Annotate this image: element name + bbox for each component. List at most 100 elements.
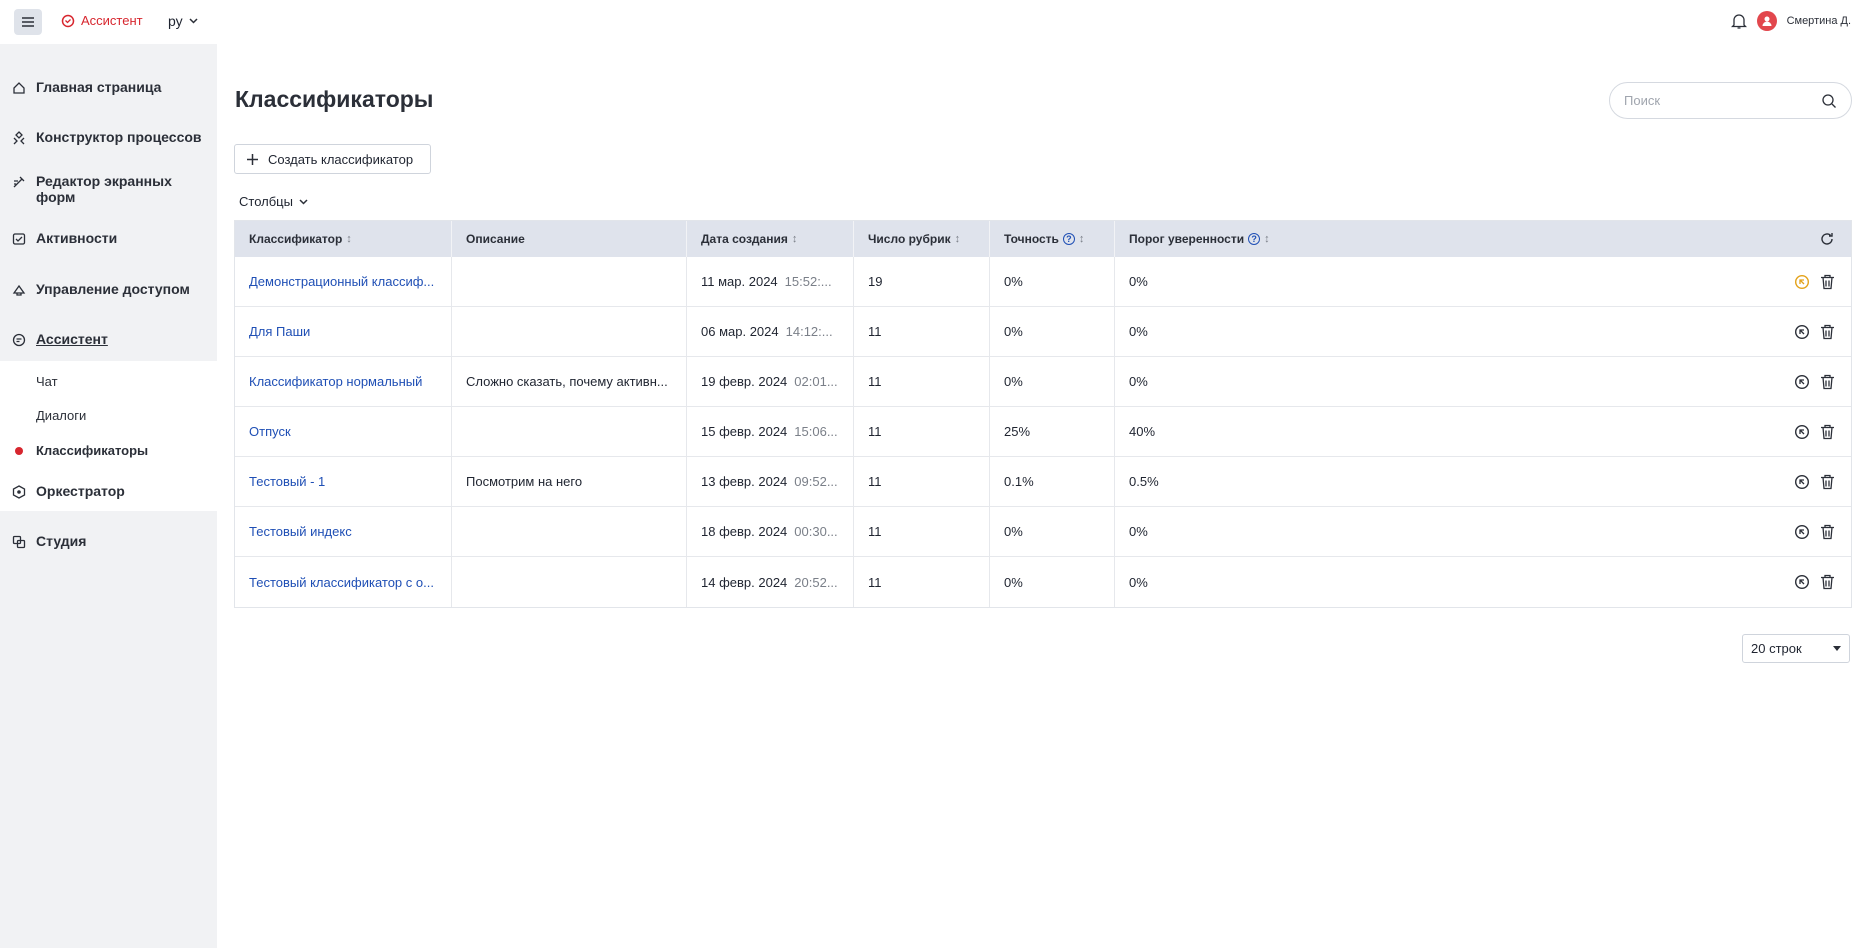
sort-icon[interactable]: ↕ [1079, 233, 1085, 245]
app-brand[interactable]: Ассистент [61, 13, 143, 28]
train-icon[interactable] [1794, 424, 1810, 440]
created-date: 18 февр. 2024 [701, 524, 788, 539]
language-select[interactable]: ру [168, 13, 198, 29]
sidebar-item-orchestrator[interactable]: Оркестратор [12, 483, 125, 499]
train-icon[interactable] [1794, 474, 1810, 490]
created-time: 14:12:... [785, 324, 833, 339]
menu-toggle-button[interactable] [14, 9, 42, 35]
created-time: 15:52:... [784, 274, 832, 289]
threshold-value: 0.5% [1129, 474, 1159, 489]
studio-icon [12, 535, 26, 549]
created-date: 14 февр. 2024 [701, 574, 788, 590]
header-label: Описание [466, 232, 525, 246]
home-icon [13, 82, 25, 94]
accuracy-value: 0% [1004, 374, 1023, 389]
column-header-classifier[interactable]: Классификатор ↕ [235, 221, 452, 257]
sort-icon[interactable]: ↕ [1264, 233, 1270, 245]
bell-icon[interactable] [1730, 12, 1747, 30]
classifier-link[interactable]: Тестовый - 1 [249, 474, 325, 489]
cell-accuracy: 0% [990, 307, 1115, 356]
sidebar-subitem-classifiers[interactable]: Классификаторы [36, 443, 148, 458]
cell-rubrics: 11 [854, 507, 990, 556]
accuracy-value: 0% [1004, 274, 1023, 289]
sidebar-item-assistant[interactable]: Ассистент [12, 331, 108, 347]
sidebar-subitem-chat[interactable]: Чат [36, 374, 58, 389]
rubrics-count: 11 [868, 574, 882, 590]
train-icon[interactable] [1794, 374, 1810, 390]
help-icon[interactable]: ? [1062, 233, 1075, 245]
caret-down-icon [1833, 646, 1841, 651]
cell-threshold: 0.5% [1115, 457, 1555, 506]
train-icon[interactable] [1794, 324, 1810, 340]
process-icon [13, 131, 25, 145]
sort-icon[interactable]: ↕ [792, 233, 798, 245]
column-header-accuracy[interactable]: Точность? ↕ [990, 221, 1115, 257]
train-icon[interactable] [1794, 574, 1810, 590]
created-time: 15:06... [794, 424, 838, 439]
sort-icon[interactable]: ↕ [955, 233, 961, 245]
trash-icon[interactable] [1820, 474, 1835, 490]
search-icon[interactable] [1821, 93, 1837, 109]
sidebar-item-process-builder[interactable]: Конструктор процессов [12, 129, 202, 145]
cell-created: 14 февр. 2024 20:52... [687, 557, 854, 607]
cell-rubrics: 11 [854, 407, 990, 456]
train-icon[interactable] [1794, 274, 1810, 290]
sort-icon[interactable]: ↕ [346, 233, 352, 245]
column-header-rubrics[interactable]: Число рубрик ↕ [854, 221, 990, 257]
train-icon[interactable] [1794, 524, 1810, 540]
trash-icon[interactable] [1820, 424, 1835, 440]
classifier-link[interactable]: Тестовый индекс [249, 524, 352, 539]
table-row: Отпуск 15 февр. 2024 15:06... 11 25% 40% [235, 407, 1851, 457]
classifiers-table: Классификатор ↕ Описание Дата создания ↕ Ч… [234, 220, 1852, 608]
sidebar-item-activities[interactable]: Активности [12, 230, 117, 246]
classifier-link[interactable]: Классификатор нормальный [249, 374, 422, 389]
create-classifier-button[interactable]: Создать классификатор [234, 144, 431, 174]
avatar[interactable] [1756, 11, 1777, 31]
column-header-created[interactable]: Дата создания ↕ [687, 221, 854, 257]
table-row: Демонстрационный классиф... 11 мар. 2024… [235, 257, 1851, 307]
column-header-threshold[interactable]: Порог уверенности? ↕ [1115, 221, 1555, 257]
active-indicator-dot [15, 447, 23, 455]
cell-description [452, 307, 687, 356]
trash-icon[interactable] [1820, 524, 1835, 540]
classifier-link[interactable]: Для Паши [249, 324, 310, 339]
columns-toggle[interactable]: Столбцы [239, 194, 308, 209]
cell-classifier: Демонстрационный классиф... [235, 257, 452, 306]
access-icon [12, 284, 26, 296]
refresh-icon[interactable] [1819, 231, 1835, 247]
header-label: Классификатор [249, 232, 343, 246]
classifier-link[interactable]: Демонстрационный классиф... [249, 274, 434, 289]
trash-icon[interactable] [1820, 274, 1835, 290]
sidebar-item-access[interactable]: Управление доступом [12, 281, 190, 297]
sidebar-item-label: Студия [36, 533, 87, 549]
rows-per-page-select[interactable]: 20 строк [1742, 634, 1850, 663]
search-input[interactable] [1624, 93, 1814, 108]
sidebar-item-form-editor[interactable]: Редактор экранных форм [12, 173, 207, 205]
cell-actions [1555, 507, 1851, 556]
sidebar-item-studio[interactable]: Студия [12, 533, 86, 549]
created-date: 06 мар. 2024 [701, 324, 779, 339]
trash-icon[interactable] [1820, 374, 1835, 390]
user-name[interactable]: Смертина Д. [1787, 15, 1851, 27]
rubrics-count: 11 [868, 374, 882, 389]
cell-created: 11 мар. 2024 15:52:... [687, 257, 854, 306]
accuracy-value: 0% [1004, 524, 1023, 539]
trash-icon[interactable] [1820, 324, 1835, 340]
classifier-link[interactable]: Тестовый классификатор с о... [249, 575, 434, 590]
sidebar-item-home[interactable]: Главная страница [12, 79, 161, 95]
created-date: 11 мар. 2024 [701, 274, 778, 289]
sidebar-subitem-dialogs[interactable]: Диалоги [36, 408, 86, 423]
threshold-value: 40% [1129, 424, 1156, 439]
help-icon[interactable]: ? [1248, 233, 1261, 245]
cell-created: 13 февр. 2024 09:52... [687, 457, 854, 506]
page-title: Классификаторы [235, 86, 434, 112]
cell-created: 06 мар. 2024 14:12:... [687, 307, 854, 356]
column-header-description: Описание [452, 221, 687, 257]
classifier-link[interactable]: Отпуск [249, 424, 291, 439]
search-box[interactable] [1609, 82, 1852, 119]
trash-icon[interactable] [1820, 574, 1835, 590]
cell-actions [1555, 557, 1851, 607]
cell-classifier: Для Паши [235, 307, 452, 356]
language-label: ру [168, 13, 183, 29]
cell-rubrics: 11 [854, 457, 990, 506]
